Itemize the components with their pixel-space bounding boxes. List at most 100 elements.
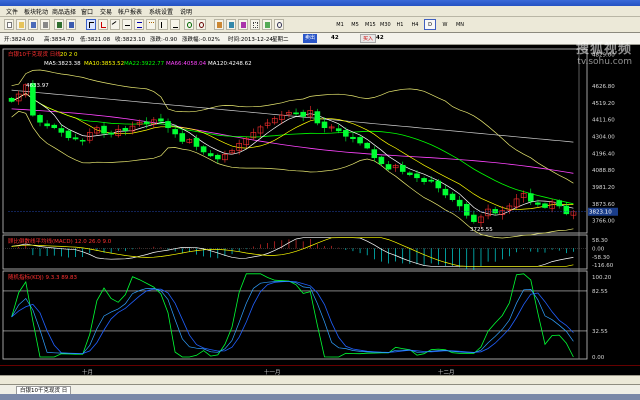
kdj-axis-tick: 32.55 [592, 329, 608, 335]
chart-tab-silver[interactable]: 白银10千克现货 日 [16, 386, 72, 394]
bid-button[interactable]: 卖出 [303, 34, 318, 43]
candle-body [58, 128, 65, 133]
period-m30[interactable]: M30 [379, 19, 391, 30]
price-panel-params: 20 2 0 [60, 52, 78, 58]
zoom-out-icon[interactable] [196, 19, 206, 30]
cursor-icon[interactable] [86, 19, 96, 30]
candle-body [37, 115, 43, 123]
open-value: 开:3824.00 [4, 37, 35, 43]
candle-body [143, 121, 150, 124]
candle-body [321, 121, 328, 128]
price-axis-tick: 4411.60 [592, 118, 615, 124]
candle-body [385, 164, 392, 170]
ma-legend-item: MA22:3922.77 [124, 61, 165, 67]
crosshair-icon[interactable] [98, 19, 108, 30]
price-axis-tick: 3981.20 [592, 185, 615, 191]
period-m15[interactable]: M15 [364, 19, 376, 30]
ma5-line [11, 92, 574, 216]
candle-body [215, 154, 221, 160]
template-icon[interactable] [238, 19, 248, 30]
open-icon[interactable] [16, 19, 26, 30]
candle-body [51, 124, 58, 128]
price-panel-title: 白银10千克现货 日线 [8, 50, 61, 58]
menu-system-settings[interactable]: 系统设置 [149, 7, 173, 16]
menu-help[interactable]: 说明 [180, 7, 192, 16]
period-mn[interactable]: MN [454, 19, 466, 30]
channel-icon[interactable] [134, 19, 144, 30]
candle-body [542, 203, 548, 208]
period-h1[interactable]: H1 [394, 19, 406, 30]
hline-icon[interactable] [122, 19, 132, 30]
change-value: 涨跌:-0.90 [150, 37, 178, 43]
menu-sector-rotation[interactable]: 板块轮动 [24, 7, 48, 16]
list-icon[interactable] [66, 19, 76, 30]
candle-body [371, 149, 378, 159]
candle-body [165, 121, 171, 128]
arrow-tool-icon[interactable] [170, 19, 180, 30]
indicator-settings-icon[interactable] [226, 19, 236, 30]
price-axis-tick: 4088.80 [592, 168, 615, 174]
menu-file[interactable]: 文件 [6, 7, 18, 16]
candle-body [357, 137, 363, 144]
menu-trade[interactable]: 交易 [100, 7, 112, 16]
candle-body [72, 137, 79, 140]
weekday-value: 星期二 [272, 37, 289, 43]
price-axis-tick: 3766.00 [592, 219, 615, 225]
candle-body [435, 180, 442, 189]
fibonacci-icon[interactable] [146, 19, 156, 30]
menu-product-select[interactable]: 商品选择 [52, 7, 76, 16]
candle-body [200, 146, 207, 153]
bollinger-lower-line [11, 110, 574, 239]
candle-body [364, 142, 370, 149]
zoom-in-icon[interactable] [184, 19, 194, 30]
layout-icon[interactable] [262, 19, 272, 30]
trading-app-window: 文件 板块轮动 商品选择 窗口 交易 帐户报表 系统设置 说明 M1 M5 M1… [0, 0, 640, 400]
high-annotation: 4633.97 [26, 83, 49, 89]
candle-body [300, 111, 306, 117]
kdj-d-line [11, 280, 574, 355]
new-icon[interactable] [4, 19, 14, 30]
ma66-line [11, 108, 574, 174]
save-icon[interactable] [28, 19, 38, 30]
high-value: 高:3834.70 [44, 37, 75, 43]
print-icon[interactable] [40, 19, 50, 30]
candle-body [535, 202, 541, 205]
ask-button[interactable]: 买入 [360, 34, 377, 43]
candle-body [556, 200, 563, 207]
chart-type-icon[interactable] [54, 19, 64, 30]
trendline-icon[interactable] [110, 19, 120, 30]
candle-body [442, 188, 449, 196]
candle-body [8, 97, 15, 102]
toolbar: M1 M5 M15 M30 H1 H4 D W MN [0, 17, 640, 33]
chart-area[interactable]: 3823.10 4633.97 3725.55 白银10千克现货 日线 20 2 0 MA… [0, 45, 640, 365]
candle-body [44, 123, 50, 127]
period-h4[interactable]: H4 [409, 19, 421, 30]
price-axis-tick: 4626.80 [592, 84, 615, 90]
horizontal-scrollbar[interactable] [0, 375, 640, 384]
candle-body [492, 209, 498, 214]
candle-body [65, 130, 72, 139]
menu-account-report[interactable]: 帐户报表 [118, 7, 142, 16]
period-d[interactable]: D [424, 19, 436, 30]
kdj-axis-tick: 100.20 [592, 275, 612, 281]
menu-bar: 文件 板块轮动 商品选择 窗口 交易 帐户报表 系统设置 说明 [0, 6, 640, 17]
period-w[interactable]: W [439, 19, 451, 30]
candle-body [314, 111, 321, 124]
candle-body [463, 203, 470, 216]
period-m1[interactable]: M1 [334, 19, 346, 30]
refresh-icon[interactable] [274, 19, 284, 30]
period-m5[interactable]: M5 [349, 19, 361, 30]
kdj-axis-tick: 82.55 [592, 289, 608, 295]
candle-body [293, 112, 299, 115]
text-tool-icon[interactable] [158, 19, 168, 30]
indicator-add-icon[interactable] [214, 19, 224, 30]
candle-body [179, 133, 186, 142]
kdj-panel-title: 随机指标(KDJ) 9.3.3 89.83 [8, 273, 77, 281]
ma22-line [11, 92, 574, 205]
candle-body [172, 129, 178, 135]
chart-canvas[interactable]: 3823.10 4633.97 3725.55 白银10千克现货 日线 20 2 0 MA… [0, 45, 640, 365]
menu-window[interactable]: 窗口 [81, 7, 93, 16]
candle-body [399, 164, 406, 172]
ma10-line [11, 92, 574, 211]
grid-icon[interactable] [250, 19, 260, 30]
